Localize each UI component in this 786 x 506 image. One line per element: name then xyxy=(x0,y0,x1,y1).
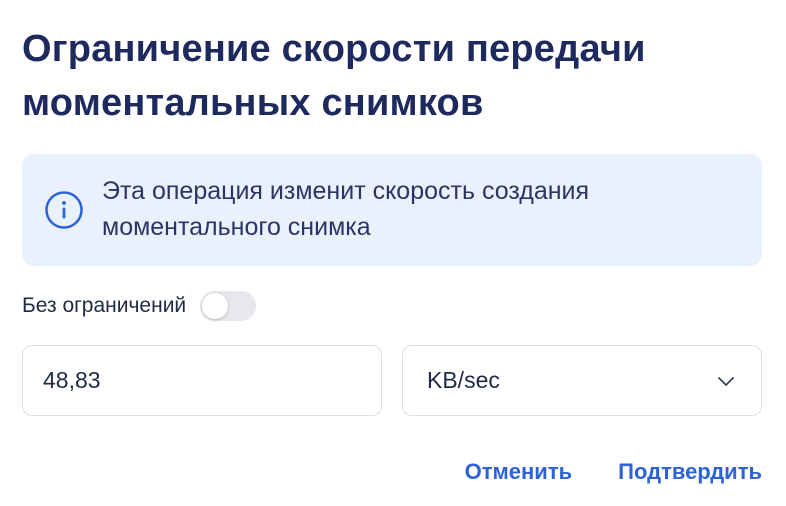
dialog-actions: Отменить Подтвердить xyxy=(465,452,762,492)
info-banner: Эта операция изменит скорость создания м… xyxy=(22,154,762,266)
confirm-button[interactable]: Подтвердить xyxy=(618,452,762,492)
rate-limit-dialog: Ограничение скорости передачи моментальн… xyxy=(0,0,786,506)
dialog-title: Ограничение скорости передачи моментальн… xyxy=(22,28,646,124)
rate-value-field xyxy=(22,345,382,416)
toggle-knob xyxy=(202,293,229,319)
info-icon xyxy=(44,190,84,230)
rate-value-input[interactable] xyxy=(43,346,363,415)
cancel-button[interactable]: Отменить xyxy=(465,452,573,492)
unit-select[interactable]: KB/sec xyxy=(402,345,762,416)
unlimited-toggle[interactable] xyxy=(200,291,257,321)
unit-selected-value: KB/sec xyxy=(427,367,500,393)
unlimited-label: Без ограничений xyxy=(22,294,187,317)
chevron-down-icon xyxy=(717,372,735,390)
unlimited-row: Без ограничений xyxy=(22,286,257,326)
info-message: Эта операция изменит скорость создания м… xyxy=(102,177,590,241)
